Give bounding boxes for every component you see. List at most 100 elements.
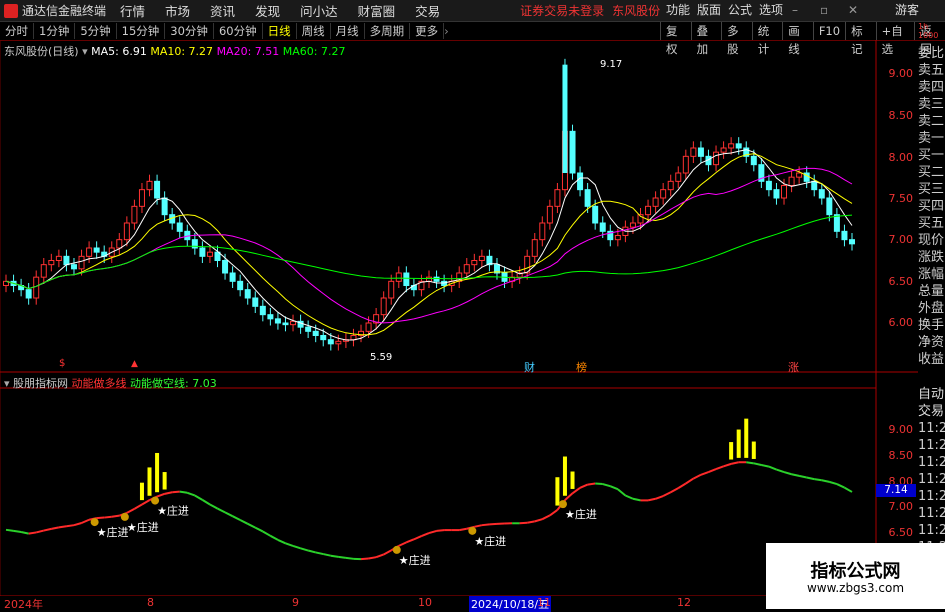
indicator-name: 股朋指标网 <box>13 377 68 390</box>
menu-discover[interactable]: 发现 <box>255 1 280 20</box>
menu-layout[interactable]: 版面 <box>697 0 721 21</box>
stock-title: 东风股份(日线) <box>4 45 79 58</box>
adjust-button[interactable]: 复权 <box>660 22 691 40</box>
panel-label: 外盘 <box>918 300 945 317</box>
stats-button[interactable]: 统计 <box>752 22 783 40</box>
dividend-marker-icon[interactable]: $ <box>59 358 65 369</box>
watermark: 指标公式网 www.zbgs3.com <box>766 543 945 609</box>
period-15min[interactable]: 15分钟 <box>117 23 166 39</box>
chevron-right-icon[interactable]: › <box>444 24 449 38</box>
panel-label: 买四 <box>918 198 945 215</box>
signal-bar <box>140 483 144 500</box>
indicator-segment <box>421 533 429 536</box>
period-1min[interactable]: 1分钟 <box>34 23 75 39</box>
candle-body <box>132 206 137 223</box>
period-5min[interactable]: 5分钟 <box>75 23 116 39</box>
multi-stock-button[interactable]: 多股 <box>721 22 752 40</box>
candle-body <box>147 181 152 189</box>
menu-ask[interactable]: 问小达 <box>300 1 338 20</box>
candle-body <box>87 248 92 256</box>
kline-chart[interactable]: ★庄进★庄进★庄进★庄进★庄进★庄进 <box>0 40 918 596</box>
x-tick: 9 <box>292 596 299 609</box>
panel-label: 11:20 <box>918 437 945 454</box>
candle-body <box>328 340 333 344</box>
candle-body <box>736 144 741 148</box>
period-monthly[interactable]: 月线 <box>331 23 365 39</box>
chevron-down-icon[interactable]: ▾ <box>82 45 88 58</box>
overlay-button[interactable]: 叠加 <box>691 22 722 40</box>
indicator-segment <box>369 557 377 558</box>
chart-tools: 复权 叠加 多股 统计 画线 F10 标记 +自选 返回 <box>660 22 945 40</box>
period-30min[interactable]: 30分钟 <box>165 23 214 39</box>
period-multi[interactable]: 多周期 <box>365 23 411 39</box>
candle-body <box>404 273 409 286</box>
period-weekly[interactable]: 周线 <box>297 23 331 39</box>
indicator-segment <box>278 540 286 543</box>
candle-body <box>842 231 847 239</box>
candle-body <box>653 198 658 206</box>
user-label[interactable]: 游客 <box>895 0 919 21</box>
small-label: 1h <box>918 22 945 31</box>
signal-bar <box>571 472 575 489</box>
menu-formula[interactable]: 公式 <box>728 0 752 21</box>
panel-label: 卖二 <box>918 113 945 130</box>
candle-body <box>291 321 296 324</box>
candle-body <box>570 131 575 173</box>
indicator-segment <box>255 528 263 532</box>
event-marker[interactable]: 财 <box>524 359 535 375</box>
f10-button[interactable]: F10 <box>813 22 845 40</box>
period-intraday[interactable]: 分时 <box>0 23 34 39</box>
up-arrow-icon[interactable]: ▲ <box>131 359 138 369</box>
period-more[interactable]: 更多 <box>410 23 444 39</box>
panel-label: 11:20 <box>918 505 945 522</box>
menu-news[interactable]: 资讯 <box>210 1 235 20</box>
high-price-label: 9.17 <box>600 59 622 70</box>
minimize-icon[interactable]: – <box>792 0 798 21</box>
period-60min[interactable]: 60分钟 <box>214 23 263 39</box>
mark-button[interactable]: 标记 <box>845 22 876 40</box>
menu-function[interactable]: 功能 <box>666 0 690 21</box>
indicator-segment <box>414 536 422 539</box>
candle-body <box>691 148 696 156</box>
candle-body <box>714 152 719 165</box>
period-daily[interactable]: 日线 <box>263 23 297 39</box>
candle-body <box>207 252 212 256</box>
menu-wealth[interactable]: 财富圈 <box>358 1 396 20</box>
y-tick: 7.50 <box>877 192 913 205</box>
menu-market[interactable]: 市场 <box>165 1 190 20</box>
candle-body <box>751 156 756 164</box>
indicator-segment <box>225 512 233 516</box>
indicator-segment <box>595 483 603 484</box>
indicator-segment <box>648 499 656 501</box>
menu-trade[interactable]: 交易 <box>415 1 440 20</box>
add-watchlist-button[interactable]: +自选 <box>876 22 915 40</box>
signal-bar <box>563 457 567 496</box>
signal-bar <box>752 442 756 459</box>
login-notice[interactable]: 证券交易未登录 <box>520 2 604 19</box>
indicator-segment <box>384 550 392 554</box>
menu-quotes[interactable]: 行情 <box>120 1 145 20</box>
panel-label: 自动 <box>918 386 945 403</box>
indicator-segment <box>29 532 37 533</box>
indicator-segment <box>210 504 218 508</box>
draw-line-button[interactable]: 画线 <box>782 22 813 40</box>
indicator-segment <box>716 466 724 469</box>
candle-body <box>676 173 681 181</box>
event-marker[interactable]: 涨 <box>788 359 799 375</box>
indicator-segment <box>489 524 497 525</box>
event-marker[interactable]: 榜 <box>576 359 587 375</box>
indicator-segment <box>165 492 173 494</box>
long-line-label: 动能做多线 <box>72 377 127 390</box>
x-tick: 8 <box>147 596 154 609</box>
close-icon[interactable]: ✕ <box>848 0 858 21</box>
settings-icon[interactable]: ▾ <box>4 377 10 390</box>
indicator-segment <box>708 469 716 472</box>
menu-options[interactable]: 选项 <box>759 0 783 21</box>
y-tick: 6.00 <box>877 316 913 329</box>
indicator-segment <box>822 480 830 482</box>
indicator-segment <box>610 486 618 489</box>
top-right-small: 1h 1000 <box>918 22 945 40</box>
y-tick: 7.00 <box>877 233 913 246</box>
restore-icon[interactable]: ▫ <box>820 0 828 21</box>
indicator-segment <box>112 516 120 517</box>
